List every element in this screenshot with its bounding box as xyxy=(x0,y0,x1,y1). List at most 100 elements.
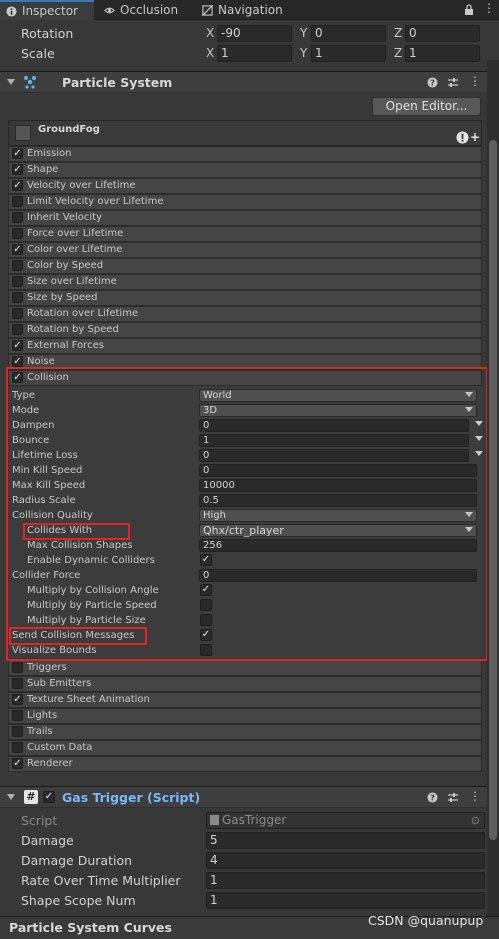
module-checkbox[interactable]: ✓ xyxy=(12,244,23,255)
module-label: Sub Emitters xyxy=(27,678,92,689)
tab-label: Navigation xyxy=(218,3,283,17)
foldout-arrow-icon[interactable] xyxy=(7,794,15,800)
module-row[interactable]: ✓ Color over Lifetime xyxy=(8,242,482,258)
shape-scope-num-field[interactable]: 1 xyxy=(206,892,485,909)
tab-bar: Inspector Occlusion Navigation ⋮ xyxy=(0,0,499,20)
lock-icon[interactable] xyxy=(464,4,474,16)
gas-trigger-header[interactable]: # ✓ Gas Trigger (Script) ? ⋮ xyxy=(0,786,499,808)
module-label: Force over Lifetime xyxy=(27,228,124,239)
module-label: Rotation by Speed xyxy=(27,324,119,335)
script-value: GasTrigger xyxy=(222,813,287,827)
module-checkbox[interactable]: ✓ xyxy=(12,694,23,705)
tab-occlusion[interactable]: Occlusion xyxy=(98,0,190,20)
module-row[interactable]: Sub Emitters xyxy=(8,676,482,692)
axis-z-label: Z xyxy=(394,46,403,60)
module-row[interactable]: Size by Speed xyxy=(8,290,482,306)
module-checkbox[interactable] xyxy=(12,324,23,335)
rate-over-time-multiplier-field[interactable]: 1 xyxy=(206,872,485,889)
module-label: Renderer xyxy=(27,758,73,769)
particle-system-curves-bar[interactable]: Particle System Curves CSDN @quanupup xyxy=(0,913,499,939)
damage-duration-field[interactable]: 4 xyxy=(206,852,485,869)
module-label: Custom Data xyxy=(27,742,93,753)
module-checkbox[interactable] xyxy=(12,276,23,287)
system-name: GroundFog xyxy=(38,124,100,135)
open-editor-button[interactable]: Open Editor... xyxy=(372,97,481,116)
module-checkbox[interactable] xyxy=(12,662,23,673)
module-row[interactable]: ✓ Renderer xyxy=(8,756,482,772)
module-row[interactable]: Triggers xyxy=(8,660,482,676)
rotation-x-field[interactable]: -90 xyxy=(217,25,292,42)
module-checkbox[interactable] xyxy=(12,710,23,721)
module-checkbox[interactable]: ✓ xyxy=(12,356,23,367)
module-checkbox[interactable] xyxy=(12,726,23,737)
object-picker-icon[interactable]: ⊙ xyxy=(471,813,480,828)
module-checkbox[interactable]: ✓ xyxy=(12,148,23,159)
module-row[interactable]: ✓ Texture Sheet Animation xyxy=(8,692,482,708)
preset-sliders-icon[interactable] xyxy=(447,792,459,803)
module-checkbox[interactable] xyxy=(12,742,23,753)
module-row[interactable]: Trails xyxy=(8,724,482,740)
module-row[interactable]: ✓ Emission xyxy=(8,146,482,162)
script-field[interactable]: GasTrigger ⊙ xyxy=(206,812,485,829)
rate-over-time-multiplier-row: Rate Over Time Multiplier 1 xyxy=(0,870,499,890)
module-row[interactable]: Force over Lifetime xyxy=(8,226,482,242)
component-enabled-checkbox[interactable]: ✓ xyxy=(43,791,55,803)
more-options-icon[interactable]: ⋮ xyxy=(483,1,495,15)
module-checkbox[interactable]: ✓ xyxy=(12,340,23,351)
tab-label: Inspector xyxy=(22,4,78,18)
module-checkbox[interactable]: ✓ xyxy=(12,180,23,191)
collides-with-highlight-box xyxy=(23,523,130,540)
module-row[interactable]: Lights xyxy=(8,708,482,724)
module-row[interactable]: Limit Velocity over Lifetime xyxy=(8,194,482,210)
component-menu-icon[interactable]: ⋮ xyxy=(469,74,481,88)
axis-x-label: X xyxy=(206,46,215,60)
scrollbar-thumb[interactable] xyxy=(489,140,497,840)
scale-z-field[interactable]: 1 xyxy=(405,45,480,62)
module-label: Triggers xyxy=(27,662,67,673)
help-icon[interactable]: ? xyxy=(427,792,438,803)
module-row[interactable]: Inherit Velocity xyxy=(8,210,482,226)
rotation-label: Rotation xyxy=(21,26,74,41)
add-icon[interactable]: + xyxy=(470,130,480,144)
tab-label: Occlusion xyxy=(120,3,179,17)
axis-y-label: Y xyxy=(300,26,308,40)
foldout-arrow-icon[interactable] xyxy=(7,79,15,85)
module-row[interactable]: Color by Speed xyxy=(8,258,482,274)
module-checkbox[interactable] xyxy=(12,678,23,689)
warning-icon[interactable] xyxy=(456,131,469,144)
module-row[interactable]: ✓ Velocity over Lifetime xyxy=(8,178,482,194)
tab-inspector[interactable]: Inspector xyxy=(0,0,94,20)
navigation-icon xyxy=(202,4,213,16)
axis-y-label: Y xyxy=(300,46,308,60)
module-row[interactable]: Custom Data xyxy=(8,740,482,756)
module-row[interactable]: Rotation over Lifetime xyxy=(8,306,482,322)
preset-sliders-icon[interactable] xyxy=(447,77,459,88)
particle-system-header[interactable]: Particle System ? ⋮ xyxy=(0,71,499,93)
scale-y-field[interactable]: 1 xyxy=(311,45,386,62)
rotation-y-field[interactable]: 0 xyxy=(311,25,386,42)
module-checkbox[interactable] xyxy=(12,260,23,271)
module-checkbox[interactable] xyxy=(12,212,23,223)
damage-field[interactable]: 5 xyxy=(206,832,485,849)
module-checkbox[interactable] xyxy=(12,228,23,239)
module-checkbox[interactable] xyxy=(12,196,23,207)
module-row[interactable]: ✓ External Forces xyxy=(8,338,482,354)
module-row[interactable]: Rotation by Speed xyxy=(8,322,482,338)
rotation-z-field[interactable]: 0 xyxy=(405,25,480,42)
module-checkbox[interactable]: ✓ xyxy=(12,164,23,175)
module-row[interactable]: Size over Lifetime xyxy=(8,274,482,290)
component-menu-icon[interactable]: ⋮ xyxy=(469,789,481,803)
damage-duration-row: Damage Duration 4 xyxy=(0,850,499,870)
scale-x-field[interactable]: 1 xyxy=(217,45,292,62)
module-row[interactable]: ✓ Shape xyxy=(8,162,482,178)
module-label: Shape xyxy=(27,164,59,175)
help-icon[interactable]: ? xyxy=(427,77,438,88)
module-checkbox[interactable] xyxy=(12,292,23,303)
scale-label: Scale xyxy=(21,46,55,61)
tab-navigation[interactable]: Navigation xyxy=(196,0,296,20)
module-label: Limit Velocity over Lifetime xyxy=(27,196,164,207)
inspector-scrollbar[interactable] xyxy=(487,60,499,939)
module-checkbox[interactable] xyxy=(12,308,23,319)
info-icon xyxy=(6,5,17,17)
module-checkbox[interactable]: ✓ xyxy=(12,758,23,769)
